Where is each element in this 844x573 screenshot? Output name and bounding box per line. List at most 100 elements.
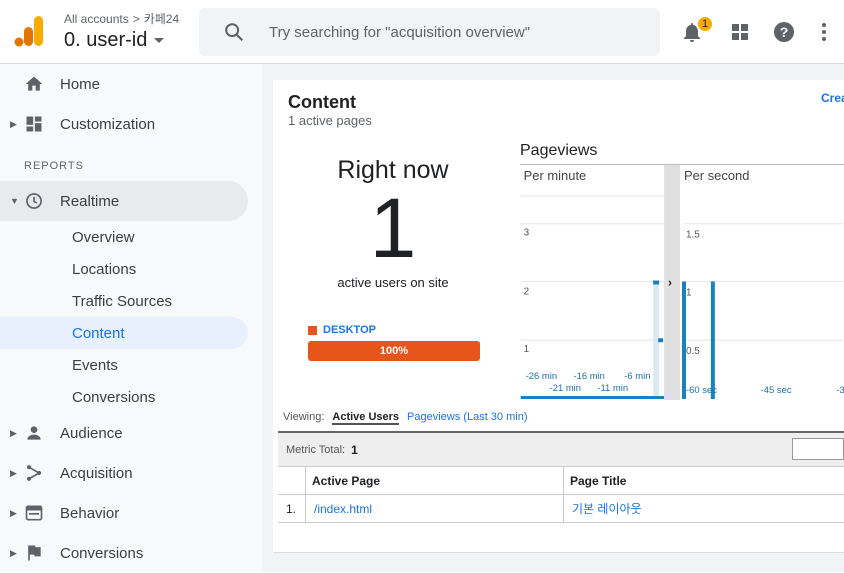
expand-caret-icon[interactable]: ▶	[10, 548, 17, 559]
sidebar-label: Behavior	[60, 504, 120, 522]
desktop-share-bar[interactable]: 100%	[308, 341, 480, 361]
property-name[interactable]: 0. user-id	[64, 29, 147, 52]
tab-pageviews[interactable]: Pageviews (Last 30 min)	[407, 411, 527, 425]
analytics-logo[interactable]	[14, 14, 44, 48]
row-index: 1.	[278, 495, 306, 522]
desktop-swatch	[308, 325, 317, 335]
help-icon[interactable]: ?	[772, 20, 796, 44]
sidebar-sub-label: Events	[72, 356, 118, 374]
top-bar: All accounts > 카페24 0. user-id 1 ?	[0, 0, 844, 64]
sidebar-item-events[interactable]: Events	[0, 349, 248, 381]
y-tick: 2	[524, 286, 530, 297]
per-minute-baseline	[520, 396, 665, 400]
sidebar-item-acquisition[interactable]: ▶ Acquisition	[0, 453, 248, 493]
sidebar-item-behavior[interactable]: ▶ Behavior	[0, 493, 248, 533]
y-tick: 1	[524, 344, 530, 355]
table-header: Active Page Page Title	[278, 467, 844, 495]
main-area: Content 1 active pages Crea Right now 1 …	[262, 64, 844, 572]
table-row: 1. /index.html 기본 레이아웃	[278, 495, 844, 523]
x-tick: -16 min	[573, 371, 604, 382]
sidebar-item-conversions[interactable]: ▶ Conversions	[0, 533, 248, 573]
sidebar-item-audience[interactable]: ▶ Audience	[0, 413, 248, 453]
per-minute-bar-cap	[653, 280, 660, 285]
crumb-account[interactable]: 카페24	[144, 10, 179, 27]
x-tick: -6 min	[624, 371, 650, 382]
x-tick: -11 min	[597, 383, 628, 394]
more-vert-icon[interactable]	[812, 20, 836, 44]
tab-active-users[interactable]: Active Users	[332, 411, 400, 425]
sidebar-item-overview[interactable]: Overview	[0, 221, 248, 253]
sidebar-label: Home	[60, 75, 101, 93]
x-tick: -26 min	[526, 371, 557, 382]
sidebar-label: Acquisition	[60, 464, 133, 482]
apps-grid-icon[interactable]	[728, 20, 752, 44]
page-title: Content	[288, 92, 356, 112]
y-tick: 1	[686, 287, 692, 298]
pageviews-title: Pageviews	[520, 142, 598, 159]
content-table: Metric Total: 1 Active Page Page Title 1…	[278, 431, 844, 523]
per-minute-title: Per minute	[524, 168, 587, 183]
pageviews-chart: Per minute 3 2 1 -26 min -16 min -6 min …	[520, 164, 844, 400]
sidebar: Home ▶ Customization REPORTS ▼ Realtime …	[0, 64, 262, 572]
expand-caret-icon[interactable]: ▶	[10, 428, 17, 439]
per-second-title: Per second	[684, 168, 749, 183]
per-second-bar[interactable]	[710, 281, 715, 400]
expand-caret-icon[interactable]: ▶	[10, 119, 17, 130]
flag-icon	[28, 545, 41, 561]
content-panel: Content 1 active pages Crea Right now 1 …	[273, 80, 844, 572]
x-tick: -45 sec	[761, 385, 792, 396]
notification-badge: 1	[696, 15, 714, 33]
account-selector[interactable]: All accounts > 카페24 0. user-id	[64, 10, 179, 52]
chevron-right-icon[interactable]: ›	[668, 275, 672, 289]
sidebar-sub-label: Traffic Sources	[72, 292, 173, 310]
right-now-widget: Right now 1 active users on site	[308, 156, 478, 290]
sidebar-label: Realtime	[60, 192, 120, 210]
sidebar-label: Customization	[60, 115, 156, 133]
page-subtitle: 1 active pages	[288, 113, 372, 128]
x-tick: -3	[836, 385, 844, 396]
sidebar-sub-label: Content	[72, 324, 125, 342]
sidebar-item-realtime[interactable]: ▼ Realtime	[0, 181, 248, 221]
device-percent: 100%	[379, 345, 409, 357]
sidebar-label: Conversions	[60, 544, 144, 562]
dashboard-icon	[26, 116, 42, 132]
search-icon[interactable]	[223, 21, 245, 43]
y-tick: 1.5	[686, 230, 700, 241]
crumb-separator: >	[132, 11, 140, 26]
expand-caret-icon[interactable]: ▶	[10, 508, 17, 519]
sidebar-item-realtime-conversions[interactable]: Conversions	[0, 381, 248, 413]
clock-icon	[26, 193, 42, 209]
sidebar-item-customization[interactable]: ▶ Customization	[0, 104, 248, 144]
device-legend: DESKTOP	[308, 324, 376, 336]
sidebar-item-home[interactable]: Home	[0, 64, 248, 104]
x-tick: -21 min	[550, 383, 581, 394]
expand-caret-icon[interactable]: ▶	[10, 468, 17, 479]
reports-section-label: REPORTS	[24, 160, 84, 172]
collapse-caret-icon[interactable]: ▼	[10, 196, 19, 206]
sidebar-item-locations[interactable]: Locations	[0, 253, 248, 285]
sidebar-sub-label: Overview	[72, 228, 135, 246]
active-page-link[interactable]: /index.html	[306, 495, 564, 522]
active-users-count: 1	[369, 181, 417, 275]
device-label: DESKTOP	[323, 324, 376, 336]
create-link[interactable]: Crea	[821, 91, 844, 105]
account-breadcrumb: All accounts > 카페24	[64, 10, 179, 27]
sidebar-item-content[interactable]: Content	[0, 317, 248, 349]
per-second-bar[interactable]	[682, 281, 686, 400]
home-icon	[25, 76, 43, 91]
svg-text:?: ?	[780, 24, 789, 40]
search-input[interactable]	[267, 22, 647, 42]
column-active-page[interactable]: Active Page	[306, 467, 564, 494]
metric-total-row: Metric Total: 1	[278, 433, 844, 467]
crumb-all-accounts[interactable]: All accounts	[64, 12, 129, 26]
table-search-input[interactable]	[792, 438, 844, 460]
page-title-link[interactable]: 기본 레이아웃	[564, 495, 844, 522]
sidebar-label: Audience	[60, 424, 123, 442]
sidebar-item-traffic-sources[interactable]: Traffic Sources	[0, 285, 248, 317]
dropdown-arrow-icon[interactable]	[153, 37, 165, 45]
per-minute-point	[658, 338, 664, 343]
acquisition-icon	[26, 465, 42, 481]
column-page-title[interactable]: Page Title	[564, 467, 844, 494]
y-tick: 3	[524, 228, 530, 239]
search-bar[interactable]	[199, 8, 660, 56]
